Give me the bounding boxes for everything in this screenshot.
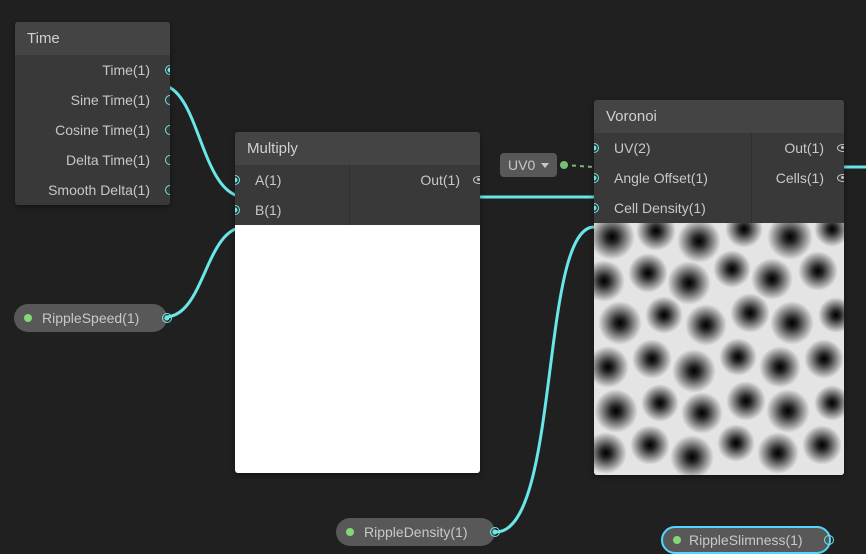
port-dot-icon[interactable] [824,535,834,545]
property-ripple-density[interactable]: RippleDensity(1) [336,518,495,546]
port-dot-icon[interactable] [165,95,170,105]
node-voronoi-header[interactable]: Voronoi [594,100,844,133]
node-title: Time [27,30,60,47]
port-dot-icon[interactable] [162,313,172,323]
port-vor-out[interactable]: Out(1) [752,133,844,163]
port-mult-b[interactable]: B(1) [235,195,349,225]
port-dot-icon[interactable] [165,185,170,195]
port-label: Out(1) [752,140,844,156]
port-sine-out[interactable]: Sine Time(1) [15,85,170,115]
port-dot-icon[interactable] [165,65,170,75]
port-mult-out[interactable]: Out(1) [350,165,480,195]
port-label: Sine Time(1) [15,92,170,108]
chevron-down-icon [541,163,549,168]
node-voronoi[interactable]: Voronoi UV(2) Angle Offset(1) Cell Densi… [594,100,844,475]
node-preview [235,225,480,473]
port-smooth-out[interactable]: Smooth Delta(1) [15,175,170,205]
uv-channel-dropdown[interactable]: UV0 [500,153,557,177]
preview-icon[interactable] [836,171,844,185]
port-label: Cell Density(1) [594,200,751,216]
port-label: Time(1) [15,62,170,78]
port-vor-uv[interactable]: UV(2) [594,133,751,163]
dropdown-label: UV0 [508,157,535,173]
port-vor-density[interactable]: Cell Density(1) [594,193,751,223]
port-label: Cells(1) [752,170,844,186]
port-vor-cells[interactable]: Cells(1) [752,163,844,193]
port-label: Angle Offset(1) [594,170,751,186]
preview-icon[interactable] [836,141,844,155]
port-label: Smooth Delta(1) [15,182,170,198]
property-ripple-slimness[interactable]: RippleSlimness(1) [661,526,831,554]
preview-icon[interactable] [472,173,480,187]
node-time[interactable]: Time Time(1) Sine Time(1) Cosine Time(1)… [15,22,170,205]
port-label: B(1) [235,202,349,218]
port-mult-a[interactable]: A(1) [235,165,349,195]
node-time-header[interactable]: Time [15,22,170,55]
property-label: RippleSlimness(1) [689,532,803,548]
port-label: A(1) [235,172,349,188]
port-vor-angle[interactable]: Angle Offset(1) [594,163,751,193]
node-title: Multiply [247,140,298,157]
property-label: RippleSpeed(1) [42,310,139,326]
node-preview [594,223,844,475]
port-label: UV(2) [594,140,751,156]
node-title: Voronoi [606,108,657,125]
node-multiply[interactable]: Multiply A(1) B(1) Out(1) [235,132,480,473]
port-label: Cosine Time(1) [15,122,170,138]
port-dot-icon[interactable] [490,527,500,537]
property-dot-icon [24,314,32,322]
property-ripple-speed[interactable]: RippleSpeed(1) [14,304,167,332]
port-label: Delta Time(1) [15,152,170,168]
port-cosine-out[interactable]: Cosine Time(1) [15,115,170,145]
port-delta-out[interactable]: Delta Time(1) [15,145,170,175]
property-dot-icon [673,536,681,544]
port-dot-icon[interactable] [165,155,170,165]
port-time-out[interactable]: Time(1) [15,55,170,85]
node-multiply-header[interactable]: Multiply [235,132,480,165]
port-label: Out(1) [350,172,480,188]
port-dot-icon[interactable] [165,125,170,135]
property-dot-icon [346,528,354,536]
property-label: RippleDensity(1) [364,524,467,540]
